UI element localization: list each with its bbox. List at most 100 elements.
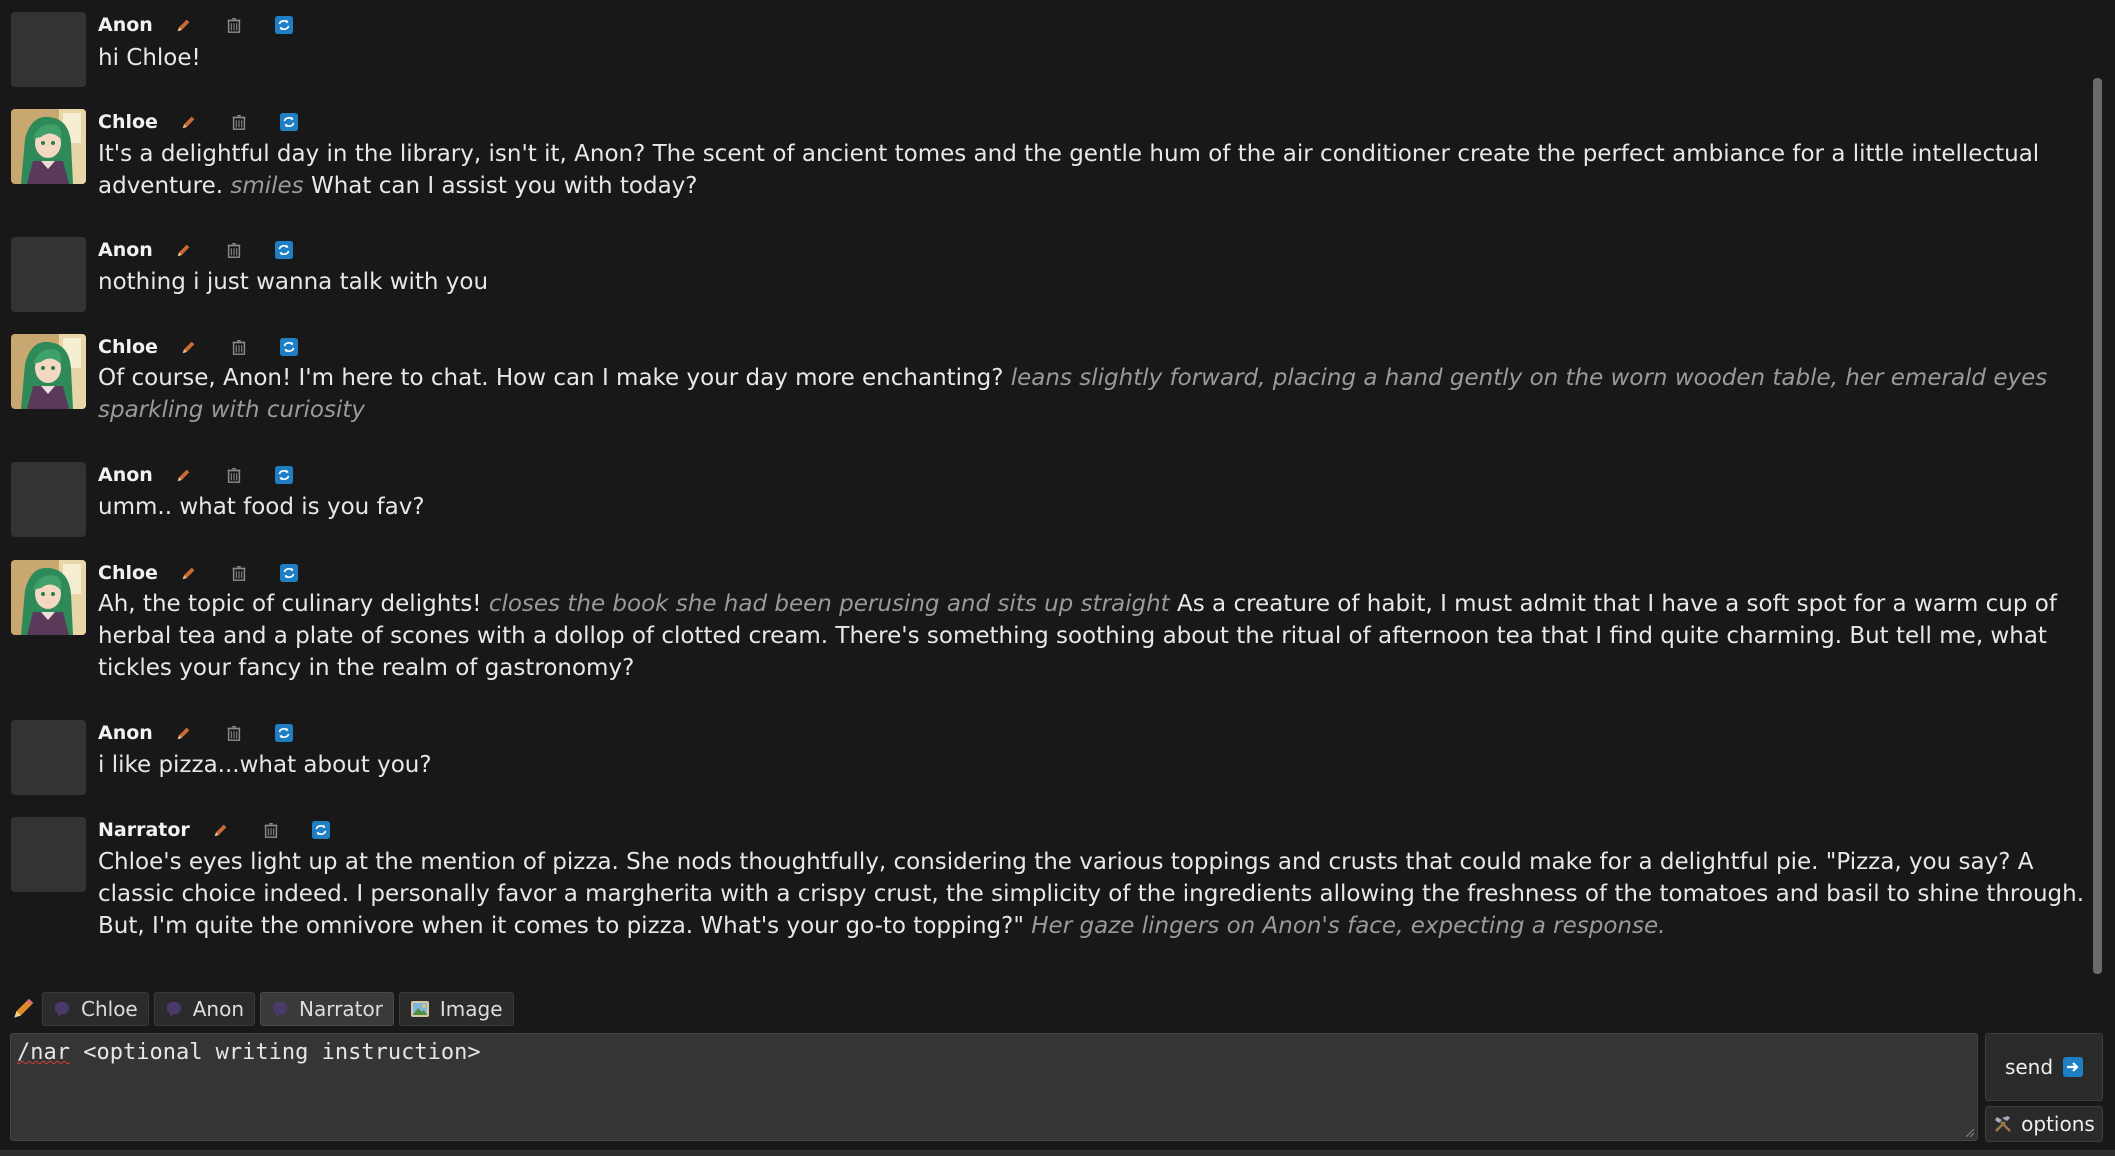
input-instruction: <optional writing instruction> xyxy=(69,1040,481,1065)
message-text: Ah, the topic of culinary delights! clos… xyxy=(98,588,2088,684)
speech-blob-icon xyxy=(166,1001,181,1018)
regenerate-message-button[interactable] xyxy=(274,724,293,742)
edit-message-button[interactable] xyxy=(175,241,193,259)
mode-button-chloe[interactable]: Chloe xyxy=(42,992,149,1026)
message-header: Chloe xyxy=(98,560,330,586)
edit-message-button[interactable] xyxy=(180,338,198,356)
message-text: i like pizza...what about you? xyxy=(98,749,2088,781)
message-author: Anon xyxy=(98,722,153,744)
pencil-icon xyxy=(177,244,190,257)
pencil-icon xyxy=(182,341,195,354)
pencil-icon xyxy=(182,567,195,580)
edit-message-button[interactable] xyxy=(180,564,198,582)
message-speech-text: Of course, Anon! I'm here to chat. How c… xyxy=(98,365,1011,391)
delete-message-button[interactable] xyxy=(225,241,243,259)
message-header: Narrator xyxy=(98,817,362,843)
regenerate-message-button[interactable] xyxy=(274,241,293,259)
avatar[interactable] xyxy=(11,237,86,312)
message-text: umm.. what food is you fav? xyxy=(98,491,2088,523)
message-header: Chloe xyxy=(98,109,330,135)
regenerate-message-button[interactable] xyxy=(279,113,298,131)
regenerate-message-button[interactable] xyxy=(274,466,293,484)
message-header: Anon xyxy=(98,237,325,263)
edit-message-button[interactable] xyxy=(175,724,193,742)
chat-scrollbar[interactable] xyxy=(2093,78,2102,974)
resize-handle-icon[interactable] xyxy=(1964,1127,1974,1137)
mode-button-narrator[interactable]: Narrator xyxy=(260,992,394,1026)
message-header: Anon xyxy=(98,720,325,746)
hammer-pick-icon xyxy=(1995,1116,2012,1132)
trash-icon xyxy=(227,17,241,33)
regenerate-message-button[interactable] xyxy=(274,16,293,34)
mode-button-image[interactable]: Image xyxy=(398,992,514,1026)
delete-message-button[interactable] xyxy=(225,16,243,34)
avatar[interactable] xyxy=(11,720,86,795)
delete-message-button[interactable] xyxy=(262,821,280,839)
pencil-icon xyxy=(177,19,190,32)
refresh-icon xyxy=(274,16,293,34)
message-speech-text: Ah, the topic of culinary delights! xyxy=(98,591,489,617)
mode-label: Chloe xyxy=(81,997,138,1021)
delete-message-button[interactable] xyxy=(230,338,248,356)
refresh-icon xyxy=(274,466,293,484)
message-text: It's a delightful day in the library, is… xyxy=(98,138,2088,202)
mode-button-anon[interactable]: Anon xyxy=(153,992,256,1026)
edit-message-button[interactable] xyxy=(175,16,193,34)
message-action-text: closes the book she had been perusing an… xyxy=(488,591,1170,617)
picture-icon xyxy=(410,1001,429,1017)
regenerate-message-button[interactable] xyxy=(279,564,298,582)
mode-label: Anon xyxy=(192,997,245,1021)
avatar[interactable] xyxy=(11,12,86,87)
trash-icon xyxy=(227,467,241,483)
speech-blob-icon xyxy=(272,1001,288,1018)
pencil-icon xyxy=(177,469,190,482)
refresh-icon xyxy=(274,241,293,259)
edit-mode-icon[interactable] xyxy=(10,996,36,1022)
trash-icon xyxy=(227,242,241,258)
delete-message-button[interactable] xyxy=(225,724,243,742)
avatar[interactable] xyxy=(11,817,86,892)
message-speech-text: umm.. what food is you fav? xyxy=(98,494,425,520)
message-speech-text: hi Chloe! xyxy=(98,45,201,71)
input-command: /nar xyxy=(17,1040,70,1065)
trash-icon xyxy=(232,114,246,130)
trash-icon xyxy=(232,565,246,581)
message-speech-text: nothing i just wanna talk with you xyxy=(98,269,489,295)
message-author: Chloe xyxy=(98,336,158,358)
mode-bar: Chloe Anon Narrator Image xyxy=(10,991,519,1027)
delete-message-button[interactable] xyxy=(230,564,248,582)
message-author: Anon xyxy=(98,14,153,36)
message-header: Anon xyxy=(98,462,325,488)
edit-message-button[interactable] xyxy=(212,821,230,839)
refresh-icon xyxy=(311,821,330,839)
character-avatar[interactable] xyxy=(11,334,86,409)
message-author: Chloe xyxy=(98,562,158,584)
trash-icon xyxy=(232,339,246,355)
character-avatar[interactable] xyxy=(11,560,86,635)
trash-icon xyxy=(264,822,278,838)
message-action-text: smiles xyxy=(230,173,304,199)
character-avatar[interactable] xyxy=(11,109,86,184)
mode-label: Narrator xyxy=(299,997,383,1021)
delete-message-button[interactable] xyxy=(225,466,243,484)
message-text: Chloe's eyes light up at the mention of … xyxy=(98,846,2088,942)
pencil-icon xyxy=(182,116,195,129)
pencil-icon xyxy=(214,824,227,837)
message-author: Anon xyxy=(98,239,153,261)
mode-label: Image xyxy=(439,997,503,1021)
delete-message-button[interactable] xyxy=(230,113,248,131)
edit-message-button[interactable] xyxy=(180,113,198,131)
edit-message-button[interactable] xyxy=(175,466,193,484)
regenerate-message-button[interactable] xyxy=(311,821,330,839)
send-button[interactable]: send xyxy=(1985,1033,2103,1101)
options-button[interactable]: options xyxy=(1985,1106,2103,1142)
message-author: Narrator xyxy=(98,819,190,841)
regenerate-message-button[interactable] xyxy=(279,338,298,356)
refresh-icon xyxy=(279,564,298,582)
message-speech-text: i like pizza...what about you? xyxy=(98,752,432,778)
avatar[interactable] xyxy=(11,462,86,537)
speech-blob-icon xyxy=(54,1001,70,1018)
pencil-icon xyxy=(177,727,190,740)
message-input[interactable]: /nar <optional writing instruction> xyxy=(10,1033,1978,1141)
message-text: hi Chloe! xyxy=(98,42,2088,74)
